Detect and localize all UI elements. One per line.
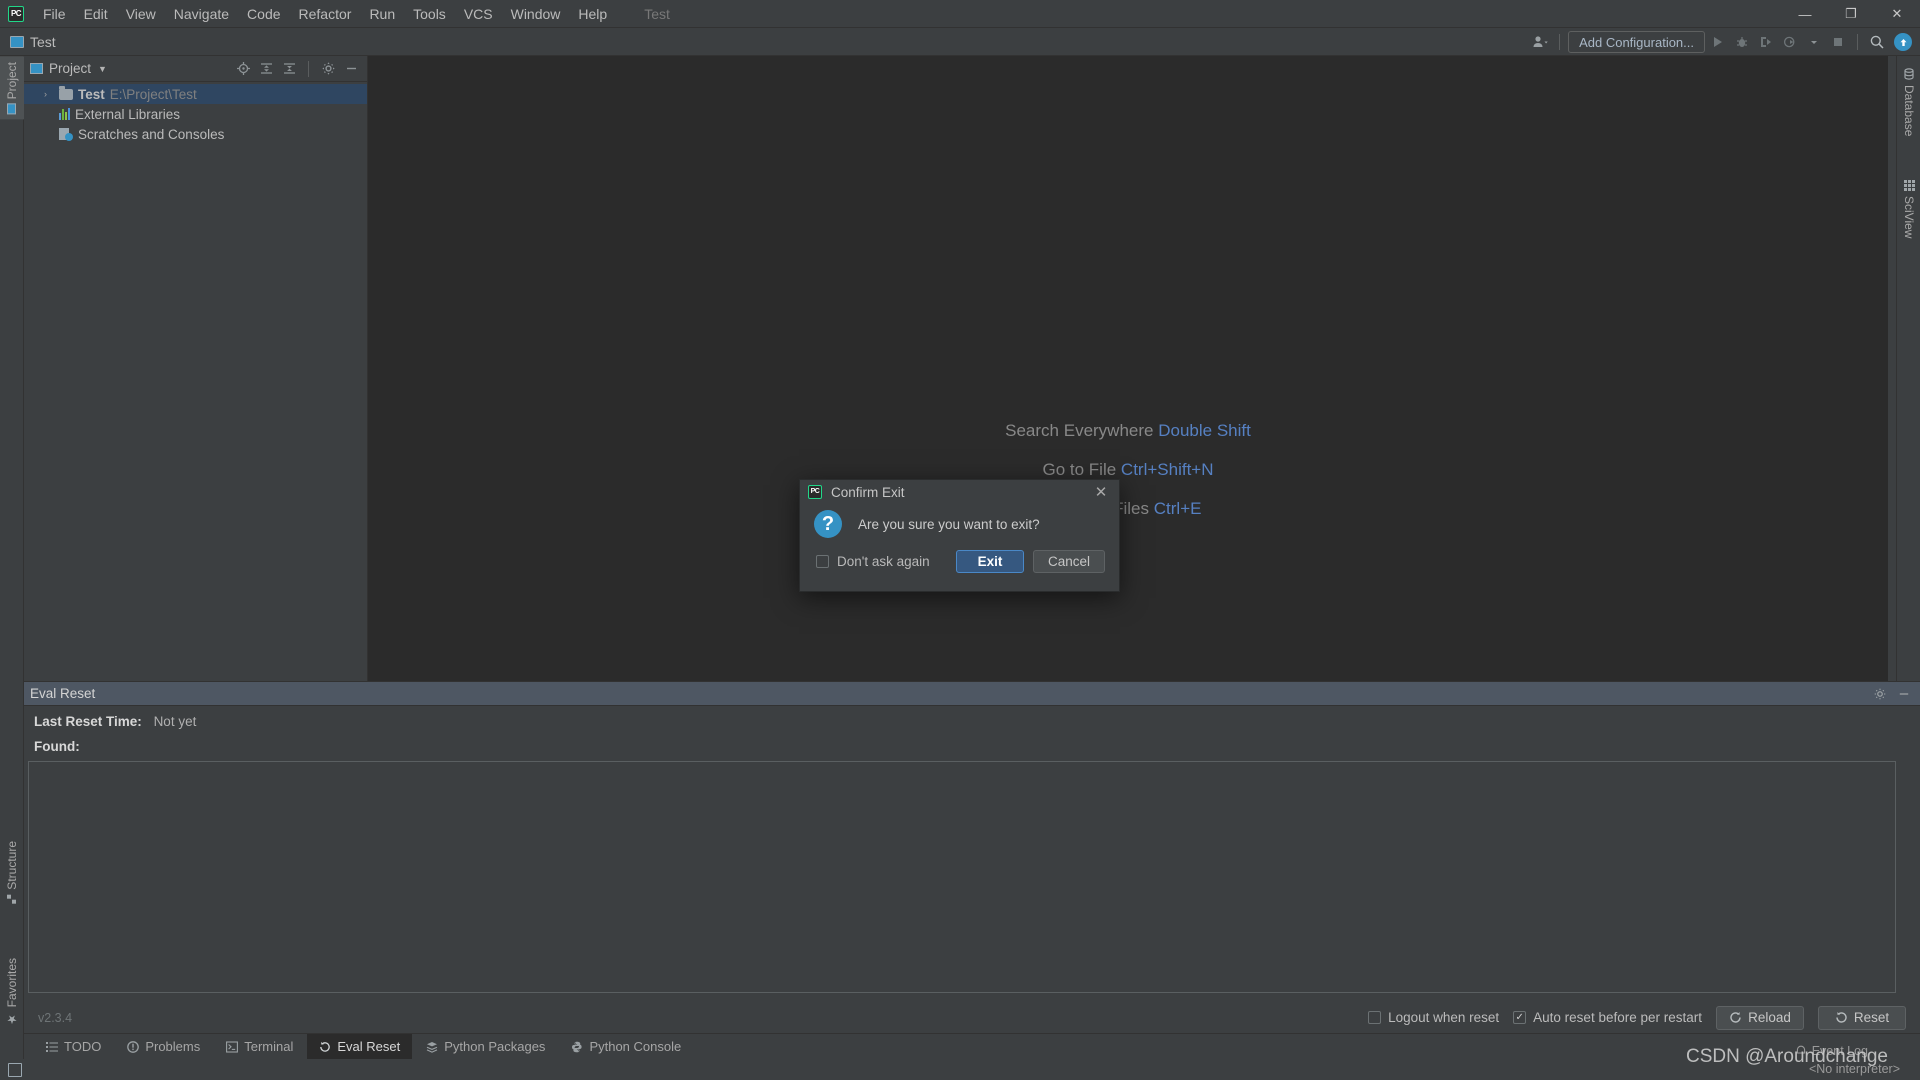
pycharm-logo-icon: PC: [808, 485, 822, 499]
dialog-footer: Don't ask again Exit Cancel: [800, 538, 1119, 573]
confirm-exit-dialog: PC Confirm Exit ✕ ? Are you sure you wan…: [799, 479, 1120, 592]
checkbox-box: [816, 555, 829, 568]
dialog-body: ? Are you sure you want to exit?: [800, 504, 1119, 538]
checkbox-label: Don't ask again: [837, 554, 930, 569]
dialog-buttons: Exit Cancel: [956, 550, 1105, 573]
exit-button[interactable]: Exit: [956, 550, 1024, 573]
dialog-message: Are you sure you want to exit?: [858, 517, 1040, 532]
question-icon: ?: [814, 510, 842, 538]
dialog-overlay: PC Confirm Exit ✕ ? Are you sure you wan…: [0, 0, 1920, 1080]
cancel-button[interactable]: Cancel: [1033, 550, 1105, 573]
dont-ask-again-checkbox[interactable]: Don't ask again: [816, 554, 930, 569]
close-icon[interactable]: ✕: [1091, 482, 1111, 502]
dialog-title: Confirm Exit: [831, 485, 905, 500]
dialog-title-bar: PC Confirm Exit ✕: [800, 480, 1119, 504]
